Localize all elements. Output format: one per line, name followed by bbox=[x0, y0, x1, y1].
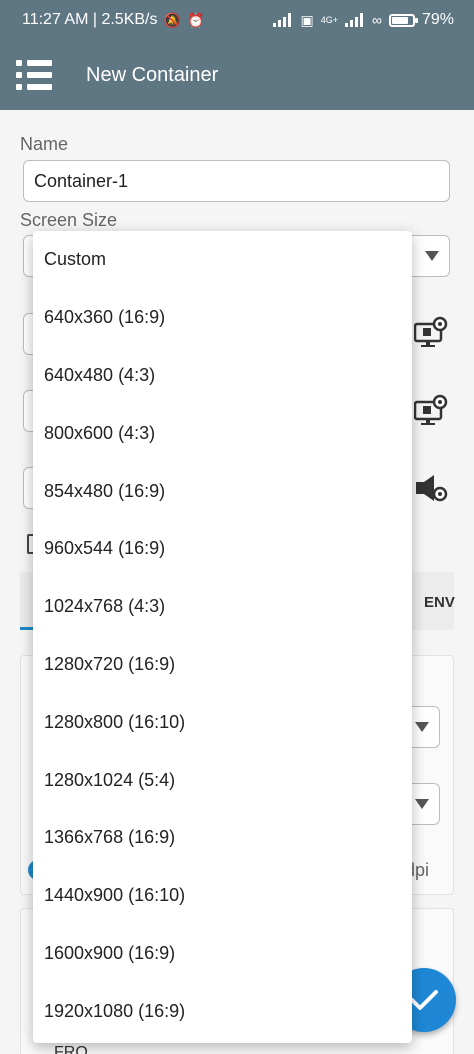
dropdown-option[interactable]: Custom bbox=[33, 231, 412, 289]
signal-icon bbox=[273, 13, 292, 27]
status-time: 11:27 AM | 2.5KB/s bbox=[22, 11, 158, 28]
tab-env[interactable]: ENV bbox=[424, 594, 455, 611]
battery-percent: 79% bbox=[421, 11, 454, 28]
battery-fill bbox=[391, 16, 408, 24]
chevron-down-icon bbox=[425, 251, 439, 261]
check-icon bbox=[410, 990, 438, 1010]
status-bar: 11:27 AM | 2.5KB/s 🔕 ⏰ ▣ 4G+ ∞ 79% bbox=[0, 0, 474, 40]
menu-icon[interactable] bbox=[16, 60, 52, 90]
mute-icon: 🔕 bbox=[163, 11, 181, 28]
page-title: New Container bbox=[86, 63, 219, 86]
speaker-gear-icon[interactable] bbox=[414, 472, 448, 504]
dropdown-option[interactable]: 1280x720 (16:9) bbox=[33, 636, 412, 694]
alarm-icon: ⏰ bbox=[186, 11, 205, 28]
status-right: ▣ 4G+ ∞ 79% bbox=[273, 11, 454, 29]
hotspot-icon: ∞ bbox=[371, 12, 382, 28]
app-bar: New Container bbox=[0, 40, 474, 110]
dropdown-option[interactable]: 640x360 (16:9) bbox=[33, 289, 412, 347]
battery-icon bbox=[388, 13, 418, 27]
network-label: 4G+ bbox=[320, 14, 338, 25]
monitor-gear-icon[interactable] bbox=[414, 316, 448, 348]
signal-icon-2 bbox=[344, 13, 363, 27]
dropdown-option[interactable]: 800x600 (4:3) bbox=[33, 404, 412, 462]
dropdown-option[interactable]: 1280x800 (16:10) bbox=[33, 693, 412, 751]
dropdown-option[interactable]: 640x480 (4:3) bbox=[33, 347, 412, 405]
screen-size-label: Screen Size bbox=[20, 210, 118, 230]
name-label: Name bbox=[20, 134, 69, 154]
chevron-down-icon-2 bbox=[415, 722, 429, 732]
dropdown-option[interactable]: 1024x768 (4:3) bbox=[33, 578, 412, 636]
monitor-gear-icon-2[interactable] bbox=[414, 394, 448, 426]
screen-size-dropdown: Custom 640x360 (16:9) 640x480 (4:3) 800x600… bbox=[33, 231, 412, 1043]
dropdown-option[interactable]: 1920x1080 (16:9) bbox=[33, 982, 412, 1040]
dropdown-option[interactable]: 1280x1024 (5:4) bbox=[33, 751, 412, 809]
volte-icon: ▣ bbox=[300, 11, 314, 28]
chevron-down-icon-3 bbox=[415, 799, 429, 809]
dropdown-option[interactable]: 854x480 (16:9) bbox=[33, 462, 412, 520]
dropdown-option[interactable]: 1366x768 (16:9) bbox=[33, 809, 412, 867]
dropdown-option[interactable]: 1600x900 (16:9) bbox=[33, 925, 412, 983]
status-left: 11:27 AM | 2.5KB/s 🔕 ⏰ bbox=[22, 11, 204, 29]
bottom-select-value: FRO bbox=[54, 1044, 88, 1054]
dropdown-option[interactable]: 1440x900 (16:10) bbox=[33, 867, 412, 925]
name-input[interactable]: Container-1 bbox=[23, 160, 450, 202]
dropdown-option[interactable]: 960x544 (16:9) bbox=[33, 520, 412, 578]
